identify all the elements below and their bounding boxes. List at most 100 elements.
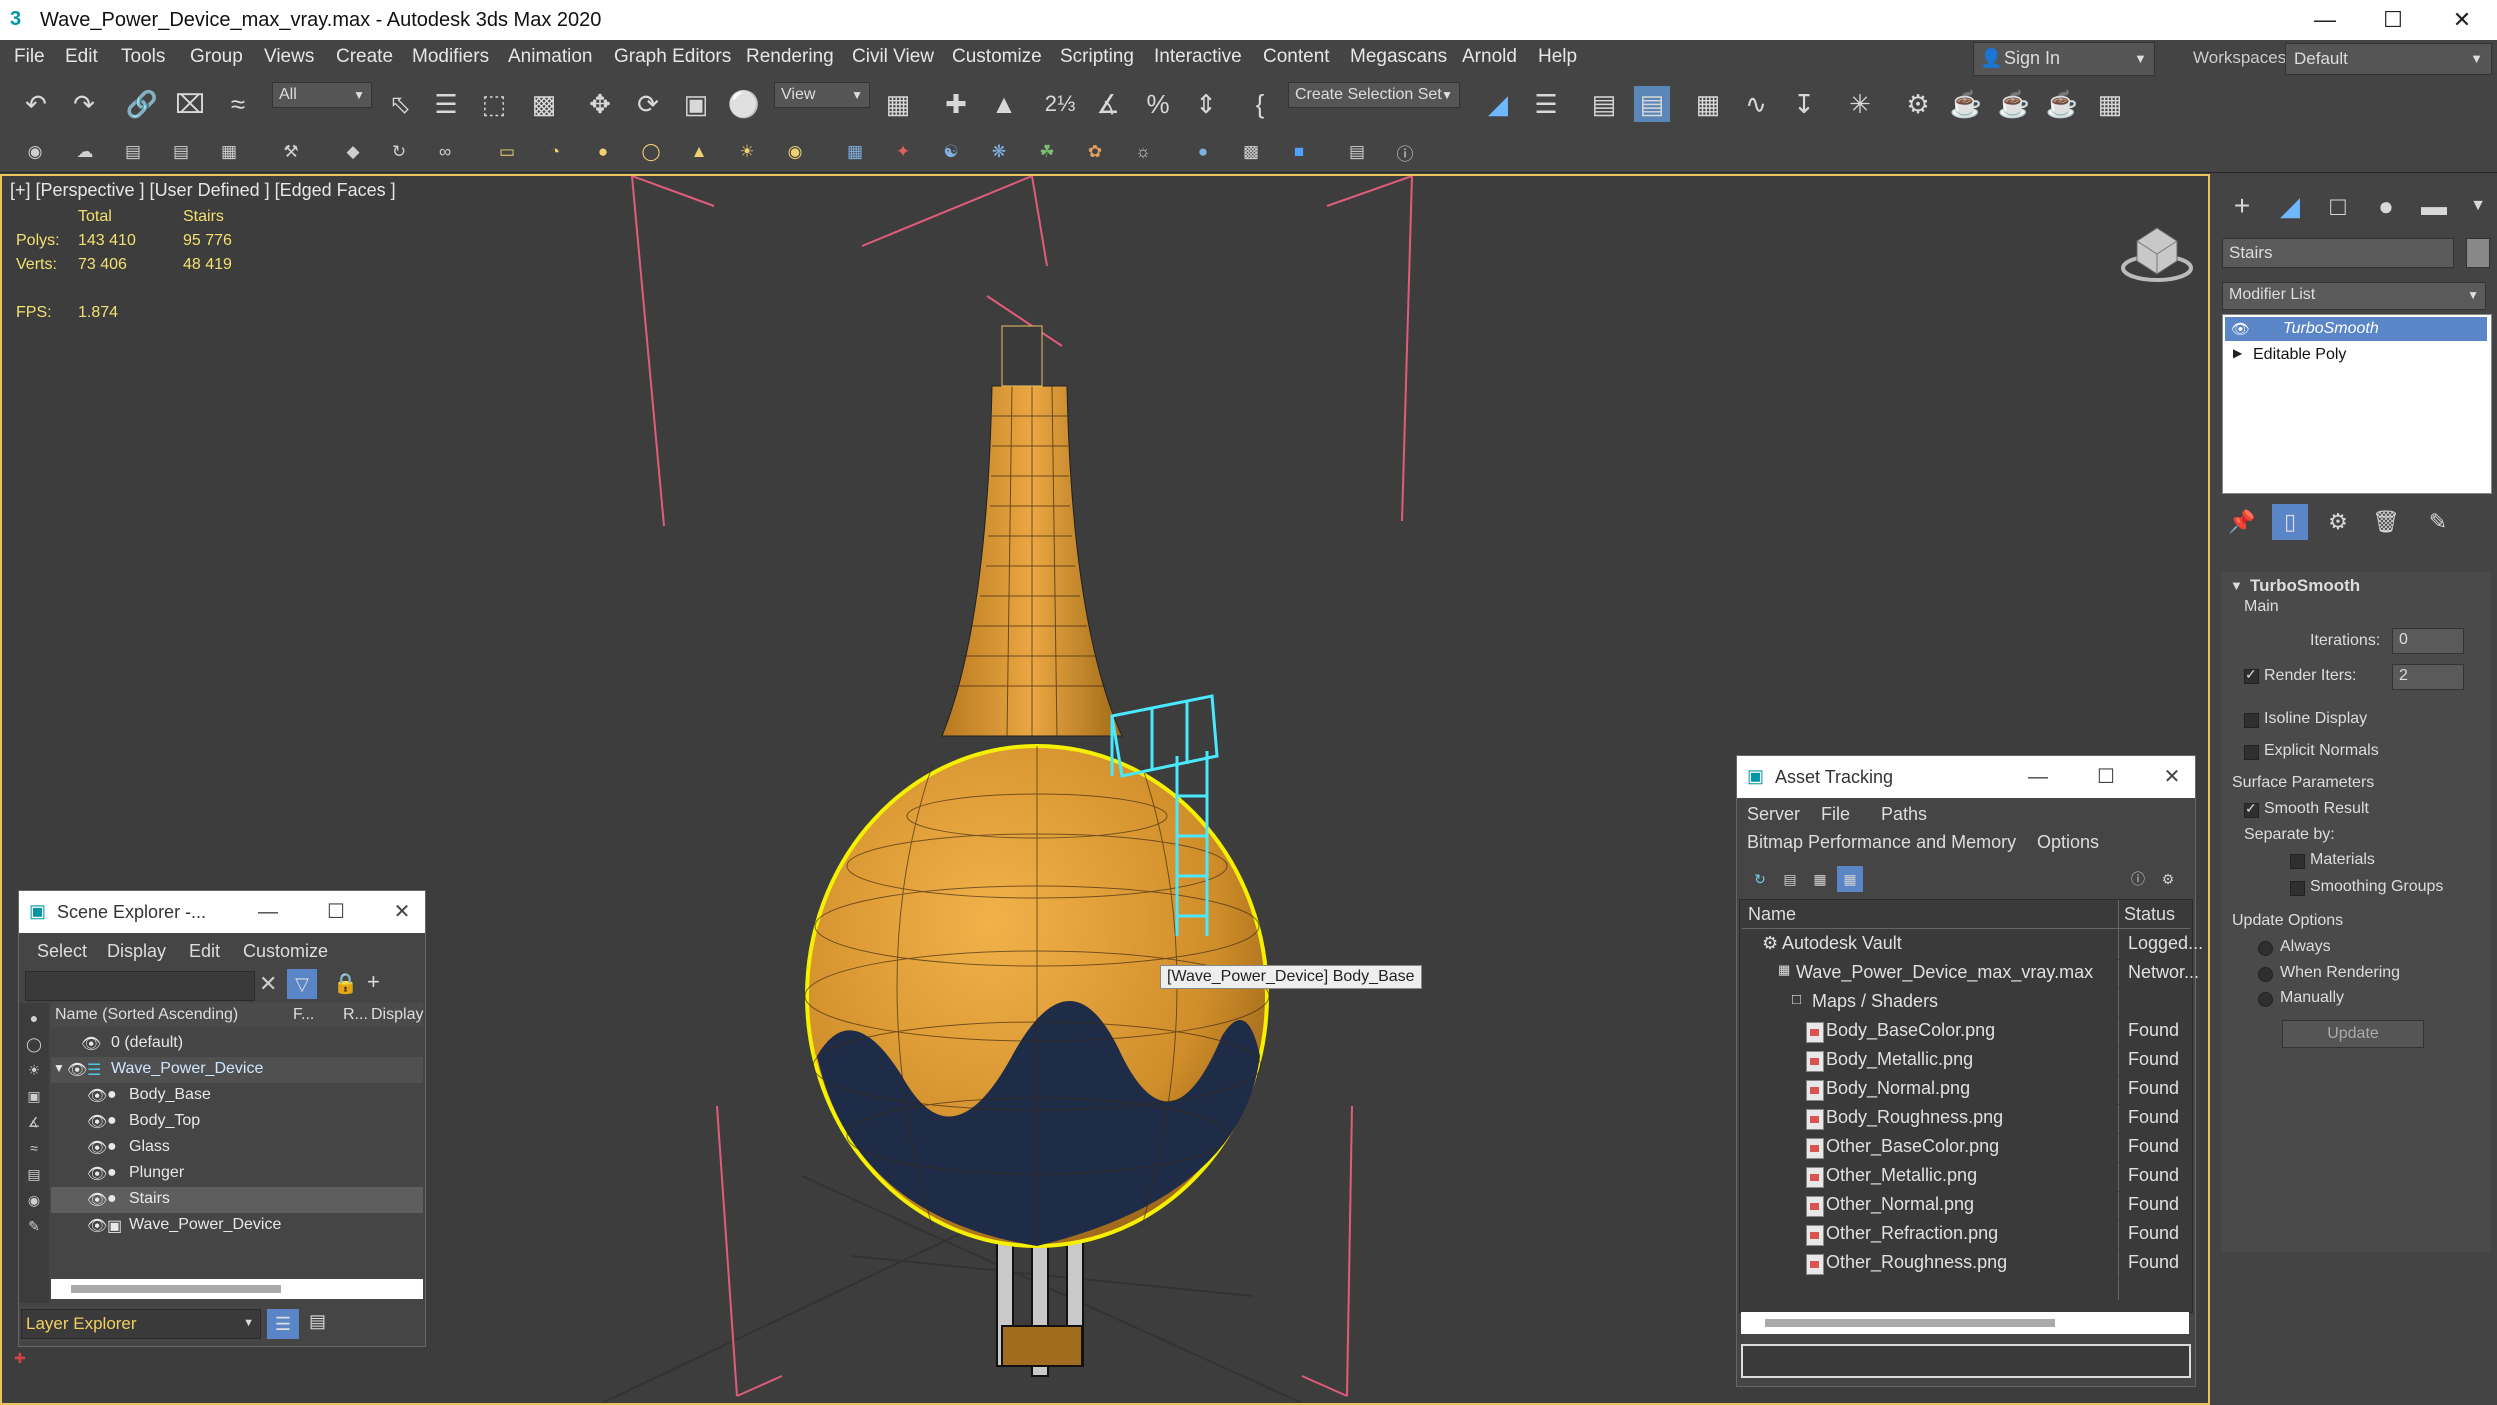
tool-icon[interactable]: ⚒ — [278, 139, 304, 165]
menu-arnold[interactable]: Arnold — [1462, 46, 1517, 68]
sync-icon[interactable]: ↻ — [386, 139, 412, 165]
rect-selection-icon[interactable]: ⬚ — [476, 86, 512, 122]
select-by-name-icon[interactable]: ☰ — [428, 86, 464, 122]
display-helpers-icon[interactable]: ∡ — [21, 1109, 47, 1135]
bones-icon[interactable]: ✦ — [890, 139, 916, 165]
sort-by-layer-icon[interactable]: ☰ — [267, 1309, 299, 1339]
toggle-layer-explorer-icon[interactable]: ▤ — [1634, 86, 1670, 122]
menu-animation[interactable]: Animation — [508, 46, 593, 68]
menu-scripting[interactable]: Scripting — [1060, 46, 1134, 68]
modify-tab-icon[interactable]: ◢ — [2272, 188, 2308, 224]
col-display-header[interactable]: Display — [371, 1006, 423, 1024]
minimize-button[interactable]: — — [2290, 0, 2360, 40]
col-render-header[interactable]: R... — [343, 1006, 368, 1024]
cone-icon[interactable]: ▲ — [686, 139, 712, 165]
menu-interactive[interactable]: Interactive — [1154, 46, 1242, 68]
table-row[interactable]: Body_Normal.png Found — [1744, 1075, 2192, 1105]
sort-by-hierarchy-icon[interactable]: ▤ — [309, 1311, 326, 1332]
render-setup-icon[interactable]: ⚙ — [1900, 86, 1936, 122]
eye-icon[interactable]: 👁 — [2231, 320, 2250, 338]
menu-customize[interactable]: Customize — [952, 46, 1042, 68]
at-menu-options[interactable]: Options — [2037, 832, 2099, 853]
menu-content[interactable]: Content — [1263, 46, 1330, 68]
path-icon[interactable]: ∞ — [432, 139, 458, 165]
hair-icon[interactable]: ✿ — [1082, 139, 1108, 165]
table-view-icon[interactable]: ▦ — [1837, 866, 1863, 892]
close-button[interactable]: ✕ — [383, 896, 421, 928]
spinner-snap-icon[interactable]: ⇕ — [1188, 86, 1224, 122]
hierarchy-tab-icon[interactable]: □ — [2320, 188, 2356, 224]
motion-tab-icon[interactable]: ● — [2368, 188, 2404, 224]
table-row[interactable]: □ Maps / Shaders — [1744, 988, 2192, 1018]
menu-modifiers[interactable]: Modifiers — [412, 46, 489, 68]
sphere-icon[interactable]: ● — [590, 139, 616, 165]
grid-icon[interactable]: ▦ — [216, 139, 242, 165]
render-iterative-icon[interactable]: ☕ — [2044, 86, 2080, 122]
col-name-header[interactable]: Name (Sorted Ascending) — [55, 1006, 238, 1024]
refresh-icon[interactable]: ↻ — [1747, 866, 1773, 892]
layer-explorer-dropdown[interactable]: Layer Explorer ▼ — [21, 1309, 261, 1339]
help-icon[interactable]: ⓘ — [1392, 139, 1418, 165]
iterations-spinner[interactable]: 0 — [2392, 628, 2464, 654]
horizontal-scrollbar[interactable] — [1741, 1312, 2189, 1334]
utilities-tab-icon[interactable]: ▼ — [2460, 188, 2496, 224]
menu-tools[interactable]: Tools — [121, 46, 165, 68]
expand-arrow-icon[interactable]: ▼ — [53, 1061, 65, 1075]
create-tab-icon[interactable]: + — [2224, 188, 2260, 224]
scrollbar-thumb[interactable] — [1765, 1319, 2055, 1327]
rollout-title[interactable]: TurboSmooth — [2250, 576, 2360, 596]
eye-icon[interactable]: 👁 — [81, 1034, 101, 1054]
smooth-result-checkbox[interactable]: ✓ — [2244, 800, 2259, 818]
named-selection-dropdown[interactable]: Create Selection Set ▼ — [1288, 82, 1460, 108]
select-manipulate-icon[interactable]: ✚ — [938, 86, 974, 122]
sign-in-dropdown[interactable]: 👤 Sign In ▼ — [1973, 42, 2155, 76]
display-geometry-icon[interactable]: ● — [21, 1005, 47, 1031]
object-name-field[interactable]: Stairs — [2222, 238, 2454, 268]
eye-icon[interactable]: 👁 — [87, 1138, 107, 1158]
horizontal-scrollbar[interactable] — [51, 1279, 423, 1299]
container-icon[interactable]: ▤ — [120, 139, 146, 165]
display-tab-icon[interactable]: ▬ — [2416, 188, 2452, 224]
table-row[interactable]: Other_Roughness.png Found — [1744, 1249, 2192, 1279]
list-icon[interactable]: ▤ — [168, 139, 194, 165]
eye-icon[interactable]: 👁 — [87, 1164, 107, 1184]
update-button[interactable]: Update — [2282, 1020, 2424, 1048]
render-icon[interactable]: ■ — [1286, 139, 1312, 165]
list-item[interactable]: 👁 ● Stairs — [51, 1187, 423, 1213]
pin-stack-icon[interactable]: 📌 — [2224, 504, 2260, 540]
light-icon[interactable]: ☼ — [1130, 139, 1156, 165]
material-sphere-icon[interactable]: ● — [1190, 139, 1216, 165]
materials-checkbox[interactable] — [2290, 854, 2305, 869]
close-button[interactable]: ✕ — [2427, 0, 2497, 40]
se-menu-customize[interactable]: Customize — [243, 941, 328, 962]
at-menu-paths[interactable]: Paths — [1881, 804, 1927, 825]
se-menu-select[interactable]: Select — [37, 941, 87, 962]
eye-icon[interactable]: 👁 — [87, 1216, 107, 1236]
schematic-view-icon[interactable]: ↧ — [1786, 86, 1822, 122]
render-iters-checkbox[interactable]: ✓ — [2244, 666, 2259, 684]
expand-arrow-icon[interactable]: ▶ — [2233, 346, 2242, 360]
rotate-icon[interactable]: ⟳ — [630, 86, 666, 122]
display-xrefs-icon[interactable]: ◉ — [21, 1187, 47, 1213]
unlink-icon[interactable]: ⌧ — [172, 86, 208, 122]
at-menu-server[interactable]: Server — [1747, 804, 1800, 825]
display-shapes-icon[interactable]: ◯ — [21, 1031, 47, 1057]
search-input[interactable] — [25, 971, 255, 1001]
link-icon[interactable]: 🔗 — [124, 86, 160, 122]
se-menu-edit[interactable]: Edit — [189, 941, 220, 962]
move-icon[interactable]: ✥ — [582, 86, 618, 122]
render-region-icon[interactable]: ▩ — [1238, 139, 1264, 165]
list-item[interactable]: ▼ 👁 ☰ Wave_Power_Device — [51, 1057, 423, 1083]
box-icon[interactable]: ▭ — [494, 139, 520, 165]
minimize-button[interactable]: — — [249, 896, 287, 928]
render-iters-spinner[interactable]: 2 — [2392, 664, 2464, 690]
help-icon[interactable]: ⓘ — [2125, 866, 2151, 892]
menu-edit[interactable]: Edit — [65, 46, 98, 68]
sun-icon[interactable]: ☀ — [734, 139, 760, 165]
when-rendering-radio[interactable] — [2258, 967, 2273, 982]
list-item[interactable]: 👁 ● Body_Top — [51, 1109, 423, 1135]
window-crossing-icon[interactable]: ▩ — [526, 86, 562, 122]
isoline-display-checkbox[interactable] — [2244, 713, 2259, 728]
align-icon[interactable]: ☰ — [1528, 86, 1564, 122]
selection-filter-dropdown[interactable]: All ▼ — [272, 82, 372, 108]
